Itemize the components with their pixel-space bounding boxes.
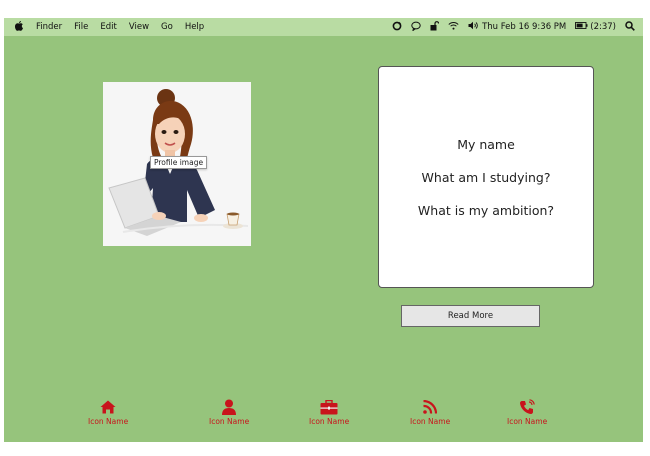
menu-file[interactable]: File (74, 22, 88, 32)
menu-go[interactable]: Go (161, 22, 173, 32)
chat-icon[interactable] (411, 21, 421, 34)
lock-icon[interactable] (430, 20, 440, 34)
nav-label[interactable]: Icon Name (507, 417, 547, 426)
read-more-button[interactable]: Read More (401, 305, 540, 327)
phone-icon[interactable] (518, 398, 536, 416)
studying-text: What am I studying? (421, 169, 551, 185)
nav-item-work[interactable]: Icon Name (309, 398, 349, 426)
home-icon[interactable] (99, 398, 117, 416)
rss-icon[interactable] (421, 398, 439, 416)
profile-image-tooltip: Profile image (150, 156, 208, 169)
sync-icon[interactable] (392, 21, 402, 34)
briefcase-icon[interactable] (320, 398, 338, 416)
nav-label[interactable]: Icon Name (410, 417, 450, 426)
battery-icon[interactable] (575, 22, 588, 32)
apple-icon[interactable] (14, 20, 24, 34)
nav-label[interactable]: Icon Name (309, 417, 349, 426)
menu-bar: Finder File Edit View Go Help Thu Feb 16… (4, 18, 643, 36)
battery-time[interactable]: (2:37) (590, 22, 616, 32)
menu-help[interactable]: Help (185, 22, 204, 32)
menu-finder[interactable]: Finder (36, 22, 62, 32)
bottom-nav: Icon Name Icon Name Icon Name Icon Name … (4, 398, 643, 432)
wifi-icon[interactable] (448, 21, 459, 33)
volume-icon[interactable] (468, 21, 479, 33)
menu-view[interactable]: View (129, 22, 149, 32)
nav-item-contact[interactable]: Icon Name (507, 398, 547, 426)
search-icon[interactable] (625, 20, 635, 34)
nav-label[interactable]: Icon Name (209, 417, 249, 426)
name-text: My name (457, 136, 515, 152)
nav-item-home[interactable]: Icon Name (88, 398, 128, 426)
ambition-text: What is my ambition? (417, 202, 555, 218)
clock-datetime[interactable]: Thu Feb 16 9:36 PM (482, 22, 566, 32)
menu-edit[interactable]: Edit (100, 22, 116, 32)
nav-item-feed[interactable]: Icon Name (410, 398, 450, 426)
info-card: My name What am I studying? What is my a… (378, 66, 594, 288)
nav-item-profile[interactable]: Icon Name (209, 398, 249, 426)
nav-label[interactable]: Icon Name (88, 417, 128, 426)
user-icon[interactable] (220, 398, 238, 416)
